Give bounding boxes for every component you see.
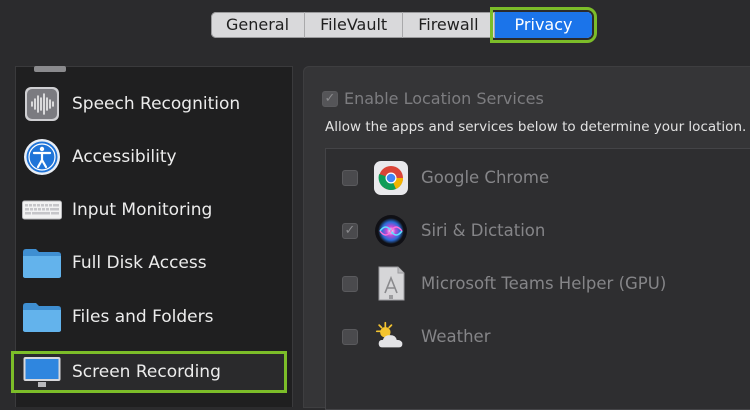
folder-icon [22,297,62,337]
sidebar-item-label: Full Disk Access [72,252,207,273]
sidebar-item-speech-recognition[interactable]: Speech Recognition [16,77,292,130]
app-checkbox[interactable] [342,328,358,345]
app-checkbox[interactable]: ✓ [342,222,358,239]
location-services-panel: ✓ Enable Location Services Allow the app… [303,66,750,410]
enable-location-services-checkbox[interactable]: ✓ [322,90,338,107]
location-apps-list[interactable]: Google Chrome ✓ Siri & Dictation Microso… [325,148,750,410]
siri-icon [373,213,409,249]
tab-firewall[interactable]: Firewall [403,12,495,38]
keyboard-icon [22,190,62,230]
enable-location-services-label: Enable Location Services [344,89,544,108]
display-icon [22,352,62,392]
app-name: Weather [421,327,491,346]
app-row-microsoft-teams-helper[interactable]: Microsoft Teams Helper (GPU) [326,257,750,310]
app-name: Microsoft Teams Helper (GPU) [421,274,667,293]
app-row-siri-dictation[interactable]: ✓ Siri & Dictation [326,204,750,257]
enable-location-services-row[interactable]: ✓ Enable Location Services [322,89,544,108]
folder-icon [22,243,62,283]
app-checkbox[interactable] [342,169,358,186]
sidebar-item-label: Screen Recording [72,362,221,382]
weather-icon [373,319,409,355]
app-name: Siri & Dictation [421,221,546,240]
tab-privacy[interactable]: Privacy [489,7,598,43]
tab-general[interactable]: General [211,12,306,38]
sidebar-item-files-and-folders[interactable]: Files and Folders [16,290,292,343]
sidebar-item-input-monitoring[interactable]: Input Monitoring [16,183,292,236]
app-checkbox[interactable] [342,275,358,292]
sidebar-item-accessibility[interactable]: Accessibility [16,130,292,183]
sidebar-item-label: Files and Folders [72,306,214,327]
sidebar-item-label: Accessibility [72,146,177,167]
sidebar-item-label: Speech Recognition [72,93,241,114]
app-generic-icon [373,266,409,302]
app-row-weather[interactable]: Weather [326,310,750,363]
privacy-category-list[interactable]: Speech Recognition Accessibility Input M… [11,66,293,407]
location-description: Allow the apps and services below to det… [325,119,747,135]
sidebar-item-full-disk-access[interactable]: Full Disk Access [16,236,292,289]
app-name: Google Chrome [421,168,550,187]
tab-filevault[interactable]: FileVault [305,12,404,38]
accessibility-icon [22,137,62,177]
sidebar-item-screen-recording[interactable]: Screen Recording [11,351,287,393]
waveform-icon [22,84,62,124]
partial-item-icon [30,61,70,72]
segmented-tab-bar: General FileVault Firewall Privacy [211,7,598,43]
sidebar-item-label: Input Monitoring [72,199,213,220]
chrome-icon [373,160,409,196]
app-row-google-chrome[interactable]: Google Chrome [326,151,750,204]
